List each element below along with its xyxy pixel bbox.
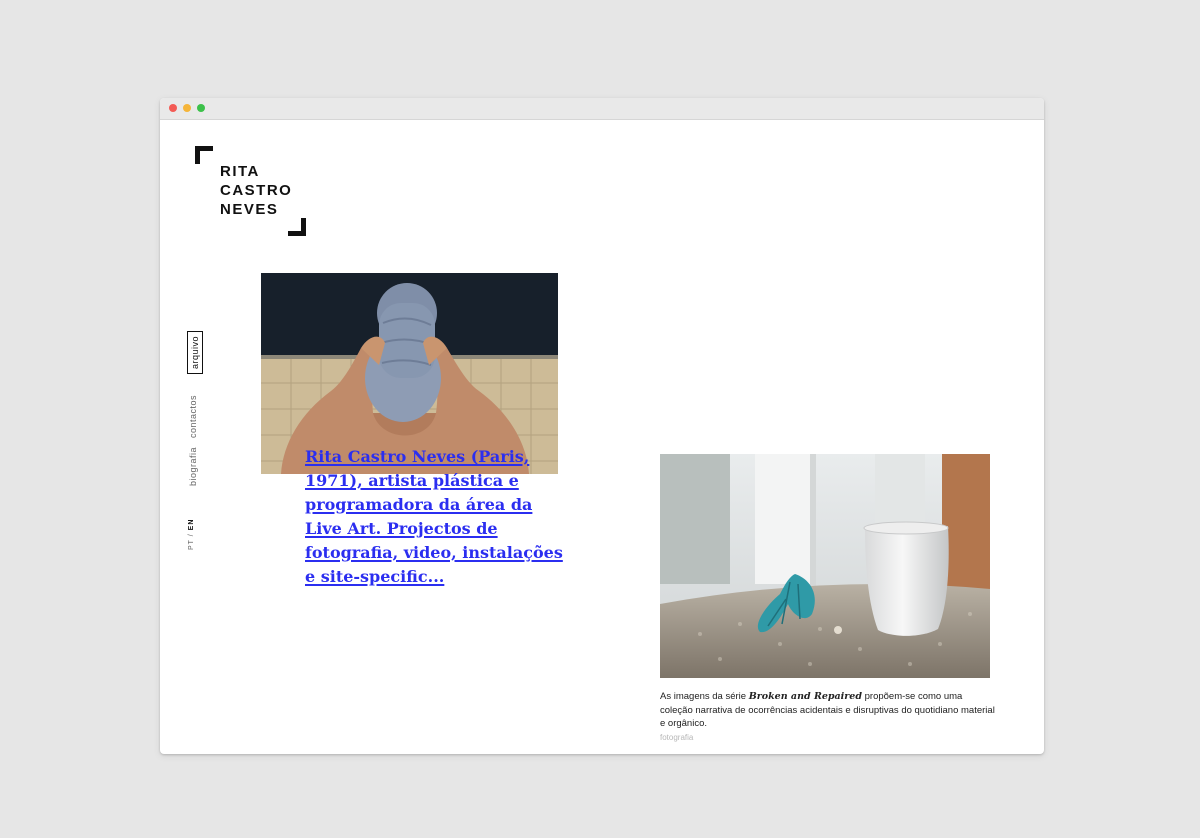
lang-pt[interactable]: PT bbox=[188, 539, 195, 550]
logo-text: RITA CASTRO NEVES bbox=[220, 162, 292, 219]
window-titlebar bbox=[160, 98, 1044, 120]
featured-photo-woman-towel[interactable] bbox=[261, 273, 558, 474]
caption-text-before: As imagens da série bbox=[660, 691, 749, 702]
logo-line-2: CASTRO bbox=[220, 182, 293, 199]
side-navigation: arquivo contactos biografia PT / EN bbox=[184, 324, 203, 554]
lang-en[interactable]: EN bbox=[188, 519, 195, 531]
logo-line-3: NEVES bbox=[220, 201, 279, 218]
logo-line-1: RITA bbox=[220, 163, 260, 180]
logo-corner-bottom-right bbox=[288, 218, 306, 236]
maximize-window-button[interactable] bbox=[197, 104, 205, 112]
series-title: Broken and Repaired bbox=[748, 691, 862, 702]
nav-bio[interactable]: biografia bbox=[188, 447, 198, 486]
browser-window: RITA CASTRO NEVES arquivo contactos biog… bbox=[160, 98, 1044, 754]
nav-archive[interactable]: arquivo bbox=[187, 330, 203, 374]
lang-separator: / bbox=[188, 533, 195, 537]
nav-contacts[interactable]: contactos bbox=[188, 395, 198, 438]
language-switcher: PT / EN bbox=[188, 519, 195, 550]
minimize-window-button[interactable] bbox=[183, 104, 191, 112]
site-logo[interactable]: RITA CASTRO NEVES bbox=[195, 146, 307, 238]
post-category-link[interactable]: fotografia bbox=[660, 733, 693, 742]
close-window-button[interactable] bbox=[169, 104, 177, 112]
post-photo-cup-and-shell[interactable] bbox=[660, 454, 990, 678]
logo-corner-top-left bbox=[195, 146, 213, 164]
post-caption: As imagens da série Broken and Repaired … bbox=[660, 690, 995, 731]
bio-summary-link[interactable]: Rita Castro Neves (Paris, 1971), artista… bbox=[305, 445, 570, 589]
page-content: RITA CASTRO NEVES arquivo contactos biog… bbox=[160, 120, 1044, 754]
